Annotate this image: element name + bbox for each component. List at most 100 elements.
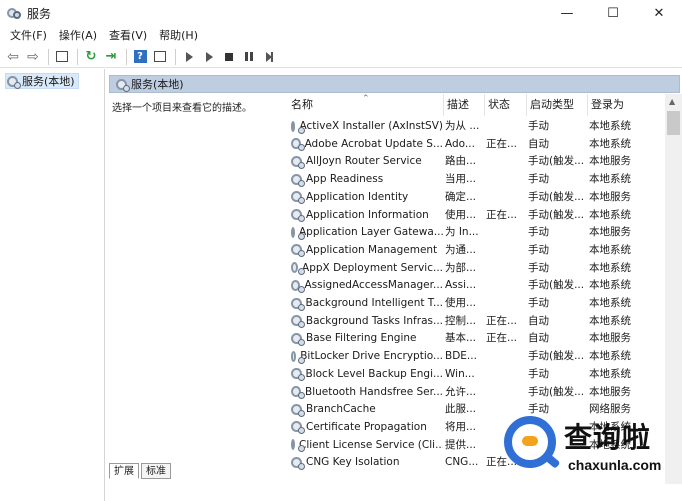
console-tree-icon [56, 51, 68, 62]
service-startup-type: 手动 [528, 120, 549, 132]
service-row[interactable]: AppX Deployment Servic... 为部... 手动 本地系统 [287, 259, 665, 277]
service-startup-type: 手动 [528, 367, 549, 380]
start-service-button[interactable] [180, 48, 198, 66]
service-log-on-as: 本地系统 [589, 297, 631, 309]
service-name-cell: BranchCache [291, 400, 443, 418]
service-gear-icon [291, 350, 306, 364]
service-name: Application Information [306, 208, 429, 221]
menu-help[interactable]: 帮助(H) [153, 26, 204, 46]
forward-button[interactable]: ⇨ [24, 48, 42, 66]
service-row[interactable]: Application Management 为通... 手动 本地系统 [287, 241, 665, 259]
restart-service-button[interactable] [260, 48, 278, 66]
service-row[interactable]: Bluetooth Handsfree Ser... 允许... 手动(触发... 本… [287, 383, 665, 401]
scrollbar-thumb[interactable] [667, 111, 680, 135]
menu-bar: 文件(F) 操作(A) 查看(V) 帮助(H) [0, 26, 682, 46]
service-gear-icon [291, 368, 305, 382]
service-name-cell: Background Intelligent T... [291, 294, 443, 312]
service-name-cell: Application Identity [291, 188, 443, 206]
service-description: 路由... [445, 155, 477, 168]
service-row[interactable]: Block Level Backup Engi... Win... 手动 本地系统 [287, 365, 665, 383]
help-button[interactable]: ? [131, 48, 149, 66]
service-name: Block Level Backup Engi... [305, 367, 444, 380]
service-log-on-as: 本地服务 [589, 190, 631, 203]
column-header-log-on-as[interactable]: 登录为 [587, 94, 665, 116]
service-row[interactable]: Background Intelligent T... 使用... 手动 本地系统 [287, 294, 665, 312]
service-row[interactable]: Adobe Acrobat Update S... Ado... 正在... 自动 本地… [287, 135, 665, 153]
service-gear-icon [291, 439, 305, 453]
service-description: Win... [445, 367, 475, 380]
service-name-cell: App Readiness [291, 170, 443, 188]
menu-action[interactable]: 操作(A) [53, 26, 103, 46]
service-gear-icon [291, 120, 307, 134]
service-log-on-as: 本地系统 [589, 350, 631, 363]
column-header-description[interactable]: 描述 [443, 94, 484, 116]
service-startup-type: 手动(触发... [528, 155, 585, 168]
service-row[interactable]: AllJoyn Router Service 路由... 手动(触发... 本地服务 [287, 152, 665, 170]
service-startup-type: 手动(触发... [528, 350, 585, 363]
service-description: 为从 ... [445, 120, 480, 132]
menu-file[interactable]: 文件(F) [4, 26, 53, 46]
column-header-name[interactable]: 名称 ⌃ [287, 94, 443, 116]
toolbar-separator [77, 48, 78, 65]
service-startup-type: 自动 [528, 137, 549, 150]
service-log-on-as: 本地系统 [589, 261, 631, 274]
pause-icon [245, 52, 253, 61]
back-button[interactable]: ⇦ [4, 48, 22, 66]
service-row[interactable]: BitLocker Drive Encryptio... BDE... 手动(触发.… [287, 347, 665, 365]
export-icon: ⇥ [105, 49, 117, 64]
start-service-alt-button[interactable] [200, 48, 218, 66]
service-row[interactable]: Base Filtering Engine 基本... 正在... 自动 本地服务 [287, 329, 665, 347]
service-log-on-as: 本地系统 [589, 137, 631, 150]
console-tree: 服务(本地) [0, 69, 105, 501]
service-row[interactable]: Application Identity 确定... 手动(触发... 本地服务 [287, 188, 665, 206]
back-arrow-icon: ⇦ [7, 48, 19, 65]
service-row[interactable]: AssignedAccessManager... Assi... 手动(触发... 本… [287, 276, 665, 294]
service-description: 将用... [445, 420, 477, 433]
refresh-button[interactable]: ↻ [82, 48, 100, 66]
service-gear-icon [291, 191, 305, 205]
service-row[interactable]: App Readiness 当用... 手动 本地系统 [287, 170, 665, 188]
service-status [486, 259, 526, 277]
service-row[interactable]: Application Layer Gatewa... 为 In... 手动 本地服务 [287, 223, 665, 241]
show-hide-console-tree-button[interactable] [53, 48, 71, 66]
service-gear-icon [291, 386, 306, 399]
service-startup-type: 手动(触发... [528, 279, 585, 292]
service-description: 为部... [445, 261, 477, 274]
service-name-cell: Application Layer Gatewa... [291, 223, 443, 241]
service-row[interactable]: Background Tasks Infras... 控制... 正在... 自动 本地… [287, 312, 665, 330]
service-description: 确定... [445, 190, 477, 203]
toolbar-separator [48, 48, 49, 65]
service-row[interactable]: Application Information 使用... 正在... 手动(触发..… [287, 206, 665, 224]
service-description: 基本... [445, 332, 477, 345]
maximize-button[interactable]: ☐ [590, 0, 636, 26]
service-name: AllJoyn Router Service [306, 155, 422, 168]
minimize-button[interactable]: — [544, 0, 590, 26]
service-startup-type: 自动 [528, 332, 549, 345]
pause-service-button[interactable] [240, 48, 258, 66]
sort-ascending-icon: ⌃ [362, 94, 370, 104]
service-startup-type: 自动 [528, 314, 549, 327]
service-name-cell: Block Level Backup Engi... [291, 365, 443, 383]
tab-extended[interactable]: 扩展 [109, 463, 139, 479]
stop-icon [225, 52, 233, 61]
tree-item-services-local[interactable]: 服务(本地) [5, 73, 79, 89]
tab-standard[interactable]: 标准 [141, 463, 171, 479]
scroll-up-arrow-icon[interactable]: ▲ [669, 97, 675, 106]
export-list-button[interactable]: ⇥ [102, 48, 120, 66]
service-name: Adobe Acrobat Update S... [304, 137, 443, 150]
service-startup-type: 手动 [528, 243, 549, 256]
toolbar: ⇦ ⇨ ↻ ⇥ ? [0, 46, 682, 68]
service-startup-type: 手动(触发... [528, 385, 585, 398]
service-name-cell: ActiveX Installer (AxInstSV) [291, 117, 443, 135]
close-button[interactable]: ✕ [636, 0, 682, 26]
column-header-status[interactable]: 状态 [484, 94, 526, 116]
service-row[interactable]: ActiveX Installer (AxInstSV) 为从 ... 手动 本地系统 [287, 117, 665, 135]
service-startup-type: 手动(触发... [528, 208, 585, 221]
menu-view[interactable]: 查看(V) [103, 26, 153, 46]
properties-button[interactable] [151, 48, 169, 66]
service-name-cell: CNG Key Isolation [291, 453, 443, 471]
column-header-startup-type[interactable]: 启动类型 [526, 94, 587, 116]
service-name-cell: Adobe Acrobat Update S... [291, 135, 443, 153]
service-description: Assi... [445, 279, 477, 292]
stop-service-button[interactable] [220, 48, 238, 66]
